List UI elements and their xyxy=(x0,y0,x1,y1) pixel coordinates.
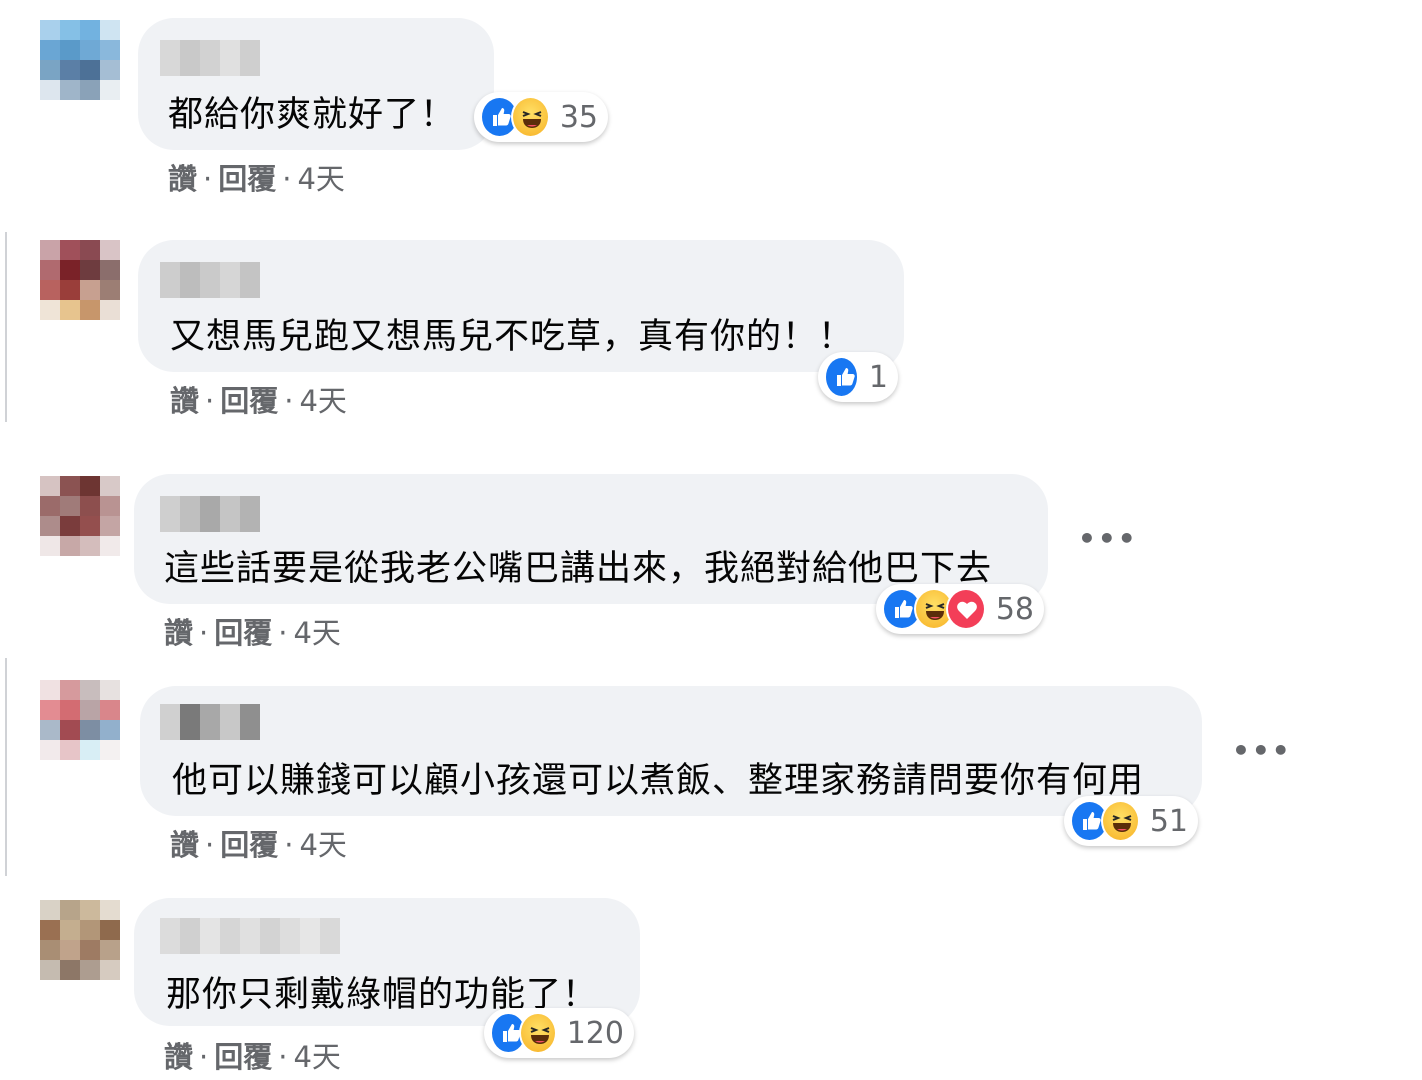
avatar[interactable] xyxy=(40,900,120,980)
timestamp[interactable]: 4天 xyxy=(293,1040,340,1074)
like-button[interactable]: 讚 xyxy=(164,1040,193,1074)
reply-button[interactable]: 回覆 xyxy=(214,1040,272,1074)
more-options-icon[interactable]: ••• xyxy=(1078,522,1138,555)
haha-icon xyxy=(1100,800,1140,842)
reaction-count: 120 xyxy=(566,1015,624,1051)
separator: · xyxy=(278,616,288,650)
comment-text: 又想馬兒跑又想馬兒不吃草，真有你的！！ xyxy=(170,317,855,357)
reaction-summary[interactable]: 120 xyxy=(484,1008,634,1058)
love-icon xyxy=(945,588,986,630)
reaction-summary[interactable]: 1 xyxy=(818,352,898,402)
reply-button[interactable]: 回覆 xyxy=(218,162,276,196)
like-button[interactable]: 讚 xyxy=(164,616,193,650)
separator: · xyxy=(205,384,215,418)
separator: · xyxy=(278,1040,288,1074)
more-options-icon[interactable]: ••• xyxy=(1232,734,1292,767)
like-button[interactable]: 讚 xyxy=(170,384,199,418)
timestamp[interactable]: 4天 xyxy=(297,162,344,196)
avatar[interactable] xyxy=(40,476,120,556)
commenter-name[interactable] xyxy=(160,918,340,954)
commenter-name[interactable] xyxy=(160,704,260,740)
haha-icon xyxy=(510,96,550,138)
thread-line xyxy=(5,232,7,422)
comment-actions: 讚 · 回覆 · 4天 xyxy=(170,822,347,864)
comment-actions: 讚 · 回覆 · 4天 xyxy=(170,378,347,420)
separator: · xyxy=(199,1040,209,1074)
separator: · xyxy=(282,162,292,196)
reaction-summary[interactable]: 51 xyxy=(1064,796,1198,846)
timestamp[interactable]: 4天 xyxy=(299,384,346,418)
thread-line xyxy=(5,658,7,876)
comment-text: 這些話要是從我老公嘴巴講出來，我絕對給他巴下去 xyxy=(164,549,993,589)
separator: · xyxy=(203,162,213,196)
avatar[interactable] xyxy=(40,20,120,100)
timestamp[interactable]: 4天 xyxy=(299,828,346,862)
comment-actions: 讚 · 回覆 · 4天 xyxy=(164,1034,341,1076)
like-icon xyxy=(824,356,859,398)
comment-text: 他可以賺錢可以顧小孩還可以煮飯、整理家務請問要你有何用 xyxy=(172,761,1145,801)
reply-button[interactable]: 回覆 xyxy=(220,828,278,862)
commenter-name[interactable] xyxy=(160,40,260,76)
reaction-summary[interactable]: 35 xyxy=(474,92,608,142)
timestamp[interactable]: 4天 xyxy=(293,616,340,650)
separator: · xyxy=(284,828,294,862)
reaction-count: 35 xyxy=(559,99,598,135)
reaction-summary[interactable]: 58 xyxy=(876,584,1044,634)
reply-button[interactable]: 回覆 xyxy=(220,384,278,418)
separator: · xyxy=(284,384,294,418)
like-button[interactable]: 讚 xyxy=(168,162,197,196)
avatar[interactable] xyxy=(40,680,120,760)
commenter-name[interactable] xyxy=(160,262,260,298)
avatar[interactable] xyxy=(40,240,120,320)
separator: · xyxy=(205,828,215,862)
comment-actions: 讚 · 回覆 · 4天 xyxy=(168,156,345,198)
haha-icon xyxy=(519,1012,557,1054)
comment-actions: 讚 · 回覆 · 4天 xyxy=(164,610,341,652)
like-button[interactable]: 讚 xyxy=(170,828,199,862)
comment-text: 都給你爽就好了！ xyxy=(168,95,457,135)
reaction-count: 58 xyxy=(995,591,1034,627)
reaction-count: 51 xyxy=(1149,803,1188,839)
separator: · xyxy=(199,616,209,650)
commenter-name[interactable] xyxy=(160,496,260,532)
reaction-count: 1 xyxy=(868,359,888,395)
reply-button[interactable]: 回覆 xyxy=(214,616,272,650)
